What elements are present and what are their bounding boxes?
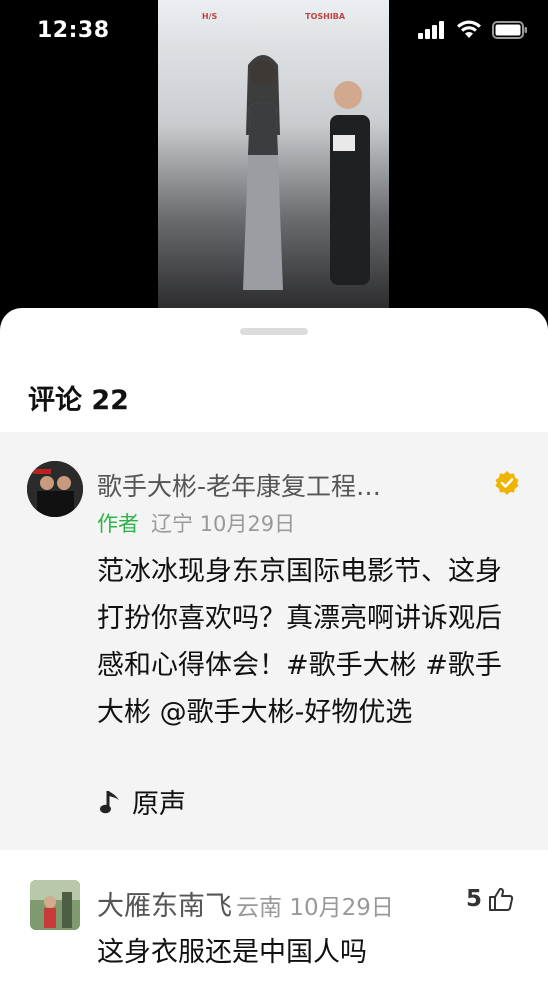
music-note-icon: [100, 790, 119, 813]
battery-icon: [492, 20, 527, 39]
status-time: 12:38: [37, 18, 110, 43]
commenter-name-row: 大雁东南飞 云南 10月29日: [97, 884, 394, 923]
commenter-name[interactable]: 大雁东南飞: [97, 891, 232, 922]
video-person-woman-image: [243, 55, 283, 290]
sheet-drag-handle[interactable]: [240, 328, 308, 335]
comment-text: 这身衣服还是中国人吗: [97, 937, 367, 968]
like-count: 5: [466, 886, 483, 912]
like-button[interactable]: 5: [466, 886, 514, 912]
status-icons: [418, 20, 528, 39]
comments-title: 评论 22: [28, 385, 129, 416]
comment-date: 10月29日: [199, 512, 296, 536]
author-comment-text: 范冰冰现身东京国际电影节、这身打扮你喜欢吗？真漂亮啊讲诉观后感和心得体会！#歌手…: [97, 556, 502, 728]
comment-item[interactable]: 大雁东南飞 云南 10月29日 5 这身衣服还是中国人吗: [0, 868, 548, 1000]
comment-date: 10月29日: [289, 895, 394, 921]
avatar[interactable]: [30, 880, 80, 930]
author-comment[interactable]: 歌手大彬-老年康复工程… 作者 辽宁 10月29日 范冰冰现身东京国际电影节、这身…: [0, 432, 548, 850]
cellular-signal-icon: [418, 20, 444, 39]
author-tag: 作者: [97, 512, 139, 536]
video-person-man-image: [330, 81, 370, 285]
author-comment-meta: 作者 辽宁 10月29日: [97, 508, 295, 538]
commenter-avatar-image: [30, 880, 80, 930]
avatar[interactable]: [27, 461, 83, 517]
wifi-icon: [457, 20, 481, 38]
verified-badge-icon: [495, 471, 519, 495]
comments-sheet: 评论 22 歌手大彬-老年康复工程… 作者 辽宁 10月29日 范冰冰现身东京国际…: [0, 308, 548, 1000]
original-sound-label: 原声: [132, 789, 186, 820]
thumbs-up-icon: [489, 887, 514, 911]
author-avatar-image: [27, 461, 83, 517]
original-sound-link[interactable]: 原声: [100, 782, 186, 821]
comment-location: 辽宁: [151, 512, 193, 536]
author-name[interactable]: 歌手大彬-老年康复工程…: [97, 467, 381, 503]
status-bar: 12:38: [0, 0, 548, 62]
comment-location: 云南: [236, 895, 282, 921]
